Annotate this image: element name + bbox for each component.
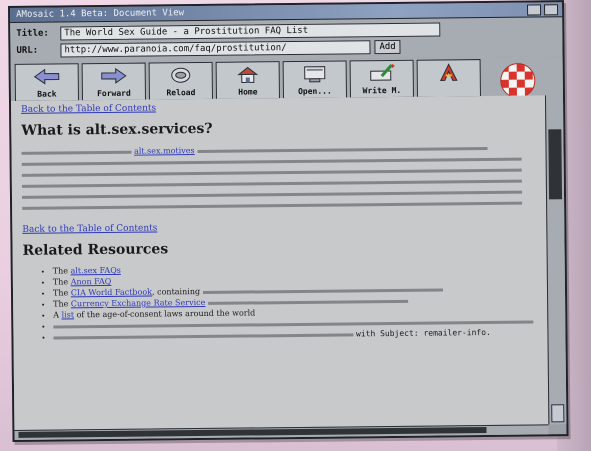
title-label: Title: xyxy=(16,28,49,39)
open-button[interactable]: Open... xyxy=(282,60,347,100)
back-to-contents-link[interactable]: Back to the Table of Contents xyxy=(21,99,535,114)
home-button[interactable]: Home xyxy=(215,61,280,100)
zoom-gadget-icon[interactable] xyxy=(544,4,559,16)
document-view[interactable]: Back to the Table of Contents What is al… xyxy=(10,95,549,430)
open-icon xyxy=(302,64,328,84)
back-button[interactable]: Back xyxy=(14,63,80,102)
open-label: Open... xyxy=(298,86,332,96)
resource-link[interactable]: CIA World Factbook xyxy=(71,288,152,298)
write-mail-label: Write M. xyxy=(362,85,402,96)
write-mail-button[interactable]: Write M. xyxy=(349,59,414,99)
resource-link[interactable]: Currency Exchange Rate Service xyxy=(71,298,206,308)
resource-link[interactable]: list xyxy=(62,310,75,319)
window-title: AMosaic 1.4 Beta: Document View xyxy=(16,8,185,20)
amiga-a-icon xyxy=(437,62,461,82)
reload-button[interactable]: Reload xyxy=(148,61,213,101)
forward-button[interactable]: Forward xyxy=(81,62,146,102)
url-label: URL: xyxy=(16,45,39,56)
inline-link[interactable]: alt.sex.motives xyxy=(134,146,195,156)
forward-label: Forward xyxy=(97,88,131,99)
back-arrow-icon xyxy=(33,66,61,86)
resource-link[interactable]: alt.sex FAQs xyxy=(71,266,121,276)
window-gadgets xyxy=(527,4,559,16)
forward-arrow-icon xyxy=(100,66,128,86)
reload-label: Reload xyxy=(166,88,196,98)
back-label: Back xyxy=(37,89,57,99)
section-paragraph: alt.sex.motives xyxy=(21,141,536,212)
url-row: URL: http://www.paranoia.com/faq/prostit… xyxy=(16,37,556,58)
section-heading: Related Resources xyxy=(22,241,169,259)
depth-gadget-icon[interactable] xyxy=(527,4,542,16)
reload-icon xyxy=(169,65,193,85)
home-icon xyxy=(236,64,260,84)
browser-window: AMosaic 1.4 Beta: Document View Title: T… xyxy=(8,0,569,442)
write-mail-icon xyxy=(368,63,396,83)
scrollbar-thumb[interactable] xyxy=(548,129,563,200)
url-add-button[interactable]: Add xyxy=(374,39,401,54)
section-heading: What is alt.sex.services? xyxy=(21,120,213,139)
horizontal-scrollbar-thumb[interactable] xyxy=(18,427,487,438)
amiga-a-button[interactable] xyxy=(416,59,481,98)
back-to-contents-link[interactable]: Back to the Table of Contents xyxy=(22,219,536,234)
home-label: Home xyxy=(238,87,258,97)
address-fields: Title: The World Sex Guide - a Prostitut… xyxy=(10,17,563,62)
url-field[interactable]: http://www.paranoia.com/faq/prostitution… xyxy=(60,39,371,57)
resource-link[interactable]: Anon FAQ xyxy=(71,277,112,286)
title-field[interactable]: The World Sex Guide - a Prostitution FAQ… xyxy=(60,21,441,40)
resource-list: The alt.sex FAQs The Anon FAQ The CIA Wo… xyxy=(23,261,538,342)
vertical-scrollbar[interactable] xyxy=(544,95,567,425)
scroll-arrows-icon[interactable] xyxy=(551,404,565,423)
